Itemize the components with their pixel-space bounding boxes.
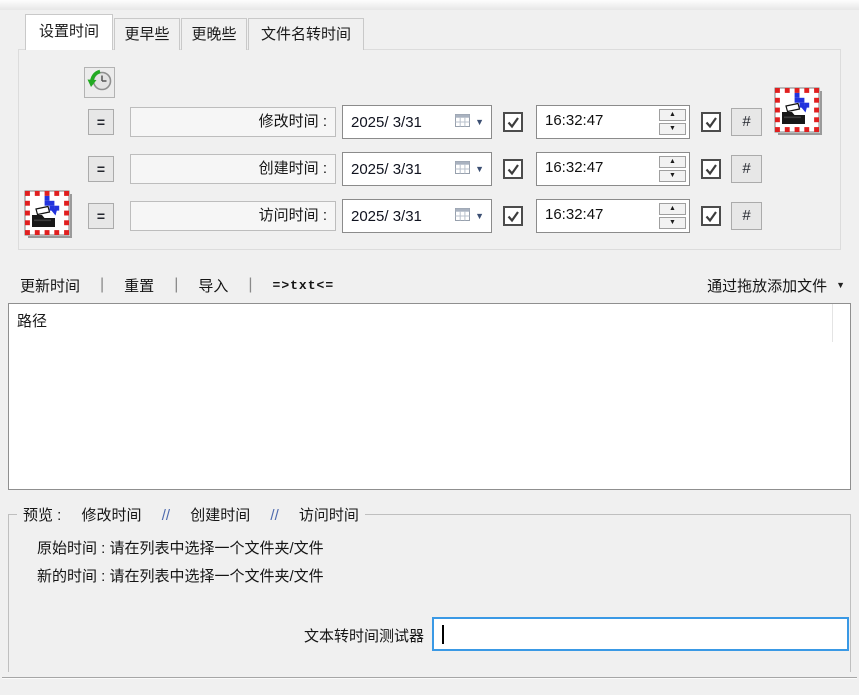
export-txt-button[interactable]: =>txt<=: [271, 278, 337, 293]
text-to-time-tester-label: 文本转时间测试器: [303, 628, 424, 645]
new-time-line: 新的时间 : 请在列表中选择一个文件夹/文件: [37, 568, 324, 585]
reset-button[interactable]: 重置: [122, 275, 156, 296]
accessed-time-checkbox[interactable]: [701, 206, 721, 226]
bottom-divider-highlight: [2, 678, 857, 679]
reload-current-time-button[interactable]: [84, 67, 115, 98]
created-equals-button[interactable]: =: [88, 156, 114, 182]
created-date-picker[interactable]: 2025/ 3/31 ▼: [342, 152, 492, 186]
checkmark-icon: [507, 210, 520, 222]
path-column-header[interactable]: 路径: [17, 310, 47, 331]
chevron-down-icon: ▼: [836, 280, 845, 290]
original-time-line: 原始时间 : 请在列表中选择一个文件夹/文件: [37, 540, 324, 557]
toolbar-separator: |: [248, 276, 253, 293]
accessed-time-spinner: ▲ ▼: [659, 203, 686, 229]
action-toolbar: 更新时间 | 重置 | 导入 | =>txt<=: [18, 272, 336, 298]
modified-time-value: 16:32:47: [545, 112, 604, 129]
modified-date-checkbox[interactable]: [503, 112, 523, 132]
checkmark-icon: [705, 163, 718, 175]
checkmark-icon: [507, 116, 520, 128]
modified-time-row: = 修改时间 : 2025/ 3/31 ▼ 16:32:47 ▲ ▼ #: [0, 105, 859, 139]
file-list[interactable]: 路径: [8, 303, 851, 490]
text-to-time-tester-input[interactable]: [432, 617, 849, 651]
window-top-edge: [0, 0, 859, 10]
accessed-date-dropdown[interactable]: ▼: [455, 207, 491, 226]
text-cursor: [442, 625, 444, 644]
spinner-up-icon[interactable]: ▲: [659, 156, 686, 168]
history-clock-icon: [85, 67, 113, 98]
accessed-date-picker[interactable]: 2025/ 3/31 ▼: [342, 199, 492, 233]
preview-accessed-label: 访问时间: [298, 507, 359, 524]
preview-separator: //: [270, 507, 279, 524]
preview-modified-label: 修改时间: [81, 507, 142, 524]
created-time-spinbox[interactable]: 16:32:47 ▲ ▼: [536, 152, 690, 186]
created-date-checkbox[interactable]: [503, 159, 523, 179]
created-time-row: = 创建时间 : 2025/ 3/31 ▼ 16:32:47 ▲ ▼ #: [0, 152, 859, 186]
add-files-label: 通过拖放添加文件: [707, 277, 828, 295]
modified-date-picker[interactable]: 2025/ 3/31 ▼: [342, 105, 492, 139]
accessed-equals-button[interactable]: =: [88, 203, 114, 229]
spinner-up-icon[interactable]: ▲: [659, 203, 686, 215]
spinner-down-icon[interactable]: ▼: [659, 217, 686, 229]
tab-filename-to-time[interactable]: 文件名转时间: [248, 18, 364, 50]
created-date-value: 2025/ 3/31: [351, 160, 422, 178]
spinner-down-icon[interactable]: ▼: [659, 123, 686, 135]
created-hash-button[interactable]: #: [731, 155, 762, 183]
accessed-time-label-field[interactable]: 访问时间 :: [130, 201, 336, 231]
created-time-value: 16:32:47: [545, 159, 604, 176]
accessed-time-value: 16:32:47: [545, 206, 604, 223]
modified-time-label-field[interactable]: 修改时间 :: [130, 107, 336, 137]
modified-hash-button[interactable]: #: [731, 108, 762, 136]
preview-created-label: 创建时间: [190, 507, 251, 524]
created-date-dropdown[interactable]: ▼: [455, 160, 491, 179]
checkmark-icon: [705, 116, 718, 128]
modified-time-spinner: ▲ ▼: [659, 109, 686, 135]
preview-legend: 预览 : 修改时间 // 创建时间 // 访问时间: [17, 504, 365, 525]
add-files-dropdown-button[interactable]: 通过拖放添加文件 ▼: [707, 272, 845, 298]
spinner-up-icon[interactable]: ▲: [659, 109, 686, 121]
chevron-down-icon: ▼: [475, 163, 484, 174]
import-button[interactable]: 导入: [196, 275, 230, 296]
preview-separator: //: [161, 507, 171, 524]
tab-earlier[interactable]: 更早些: [114, 18, 180, 50]
newfiletime-window: 设置时间 更早些 更晚些 文件名转时间 = 修改时间 : 2025/ 3/31: [0, 0, 859, 695]
checkmark-icon: [705, 210, 718, 222]
spinner-down-icon[interactable]: ▼: [659, 170, 686, 182]
toolbar-separator: |: [174, 276, 179, 293]
created-time-spinner: ▲ ▼: [659, 156, 686, 182]
calendar-icon: [455, 113, 471, 132]
calendar-icon: [455, 160, 471, 179]
toolbar-separator: |: [100, 276, 105, 293]
update-time-button[interactable]: 更新时间: [18, 275, 82, 296]
calendar-icon: [455, 207, 471, 226]
modified-time-checkbox[interactable]: [701, 112, 721, 132]
created-time-checkbox[interactable]: [701, 159, 721, 179]
chevron-down-icon: ▼: [475, 116, 484, 127]
accessed-date-value: 2025/ 3/31: [351, 207, 422, 225]
accessed-date-checkbox[interactable]: [503, 206, 523, 226]
column-separator[interactable]: [832, 304, 833, 342]
modified-date-dropdown[interactable]: ▼: [455, 113, 491, 132]
accessed-hash-button[interactable]: #: [731, 202, 762, 230]
checkmark-icon: [507, 163, 520, 175]
chevron-down-icon: ▼: [475, 210, 484, 221]
tab-set-time[interactable]: 设置时间: [25, 14, 113, 50]
created-time-label-field[interactable]: 创建时间 :: [130, 154, 336, 184]
modified-equals-button[interactable]: =: [88, 109, 114, 135]
preview-title: 预览 :: [23, 507, 62, 524]
modified-date-value: 2025/ 3/31: [351, 113, 422, 131]
tab-later[interactable]: 更晚些: [181, 18, 247, 50]
modified-time-spinbox[interactable]: 16:32:47 ▲ ▼: [536, 105, 690, 139]
accessed-time-spinbox[interactable]: 16:32:47 ▲ ▼: [536, 199, 690, 233]
accessed-time-row: = 访问时间 : 2025/ 3/31 ▼ 16:32:47 ▲ ▼ #: [0, 199, 859, 233]
